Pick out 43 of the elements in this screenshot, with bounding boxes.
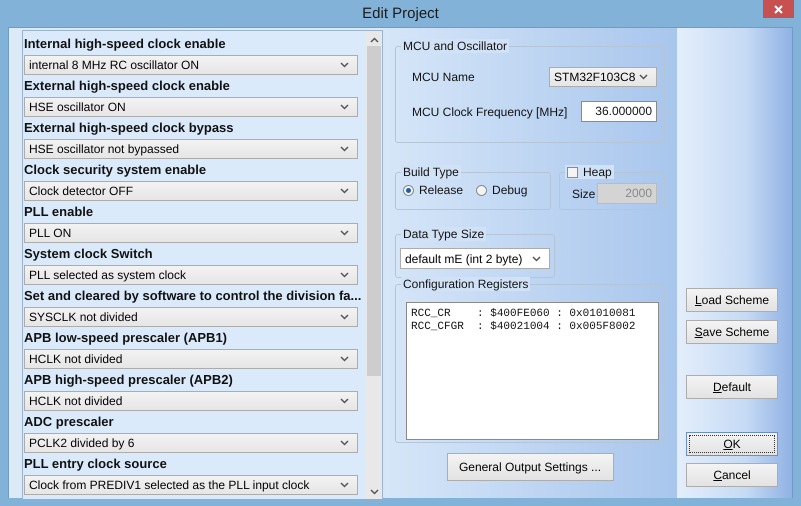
setting-label: APB low-speed prescaler (APB1)	[24, 329, 228, 347]
setting-label: System clock Switch	[24, 245, 154, 263]
group-title: MCU and Oscillator	[401, 39, 510, 53]
setting-dropdown[interactable]: SYSCLK not divided	[24, 307, 358, 327]
dialog-button[interactable]: OK	[686, 432, 778, 456]
setting-label: External high-speed clock enable	[24, 77, 231, 95]
clock-frequency-field[interactable]: 36.000000	[581, 101, 657, 122]
setting-label: External high-speed clock bypass	[24, 119, 235, 137]
setting-dropdown[interactable]: Clock detector OFF	[24, 181, 358, 201]
data-type-dropdown[interactable]: default mE (int 2 byte)	[400, 248, 550, 269]
setting-label: PLL entry clock source	[24, 455, 168, 473]
mcu-name-dropdown[interactable]: STM32F103C8	[549, 67, 657, 87]
general-output-settings-button[interactable]: General Output Settings ...	[446, 453, 614, 481]
group-title: Data Type Size	[401, 227, 486, 241]
field-label: MCU Clock Frequency [MHz]	[412, 104, 568, 118]
setting-dropdown[interactable]: internal 8 MHz RC oscillator ON	[24, 55, 358, 75]
setting-dropdown[interactable]: PLL ON	[24, 223, 358, 243]
setting-label: PLL enable	[24, 203, 94, 221]
setting-dropdown[interactable]: HCLK not divided	[24, 349, 358, 369]
setting-label: Clock security system enable	[24, 161, 208, 179]
window-title: Edit Project	[362, 5, 439, 22]
setting-dropdown[interactable]: PCLK2 divided by 6	[24, 433, 358, 453]
dialog-button[interactable]: Cancel	[686, 463, 778, 487]
radio-label: Debug	[492, 183, 528, 197]
setting-label: Set and cleared by software to control the division fa...	[24, 287, 362, 305]
registers-text-area[interactable]: RCC_CR : $400FE060 : 0x01010081 RCC_CFGR : $40021004 : 0x005F8002	[406, 302, 659, 440]
setting-dropdown[interactable]: PLL selected as system clock	[24, 265, 358, 285]
dialog-button[interactable]: Load Scheme	[686, 288, 778, 312]
setting-dropdown[interactable]: HSE oscillator not bypassed	[24, 139, 358, 159]
field-label: MCU Name	[412, 70, 475, 84]
field-label: Size	[572, 186, 596, 200]
setting-dropdown[interactable]: HSE oscillator ON	[24, 97, 358, 117]
setting-dropdown[interactable]: Clock from PREDIV1 selected as the PLL input clock	[24, 475, 358, 495]
setting-dropdown[interactable]: HCLK not divided	[24, 391, 358, 411]
dialog-button[interactable]: Save Scheme	[686, 320, 778, 344]
radio-label: Release	[419, 183, 464, 197]
group-title: Build Type	[401, 165, 461, 179]
setting-label: ADC prescaler	[24, 413, 115, 431]
setting-label: Internal high-speed clock enable	[24, 35, 227, 53]
setting-label: APB high-speed prescaler (APB2)	[24, 371, 234, 389]
checkbox-label: Heap	[583, 165, 612, 179]
group-title: Configuration Registers	[401, 277, 530, 291]
dialog-button[interactable]: Default	[686, 375, 778, 399]
